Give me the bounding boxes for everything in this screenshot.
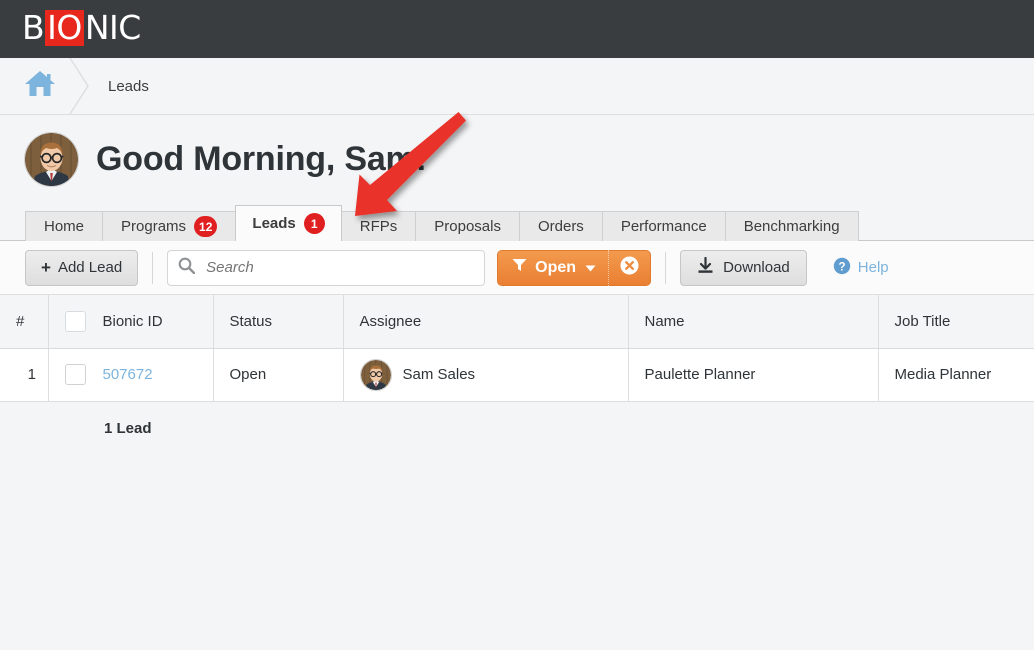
row-number: 1: [0, 348, 48, 401]
greeting-row: Good Morning, Sam!: [0, 115, 1034, 185]
row-status: Open: [213, 348, 343, 401]
search-box[interactable]: [167, 250, 485, 286]
assignee-avatar: [360, 359, 392, 391]
tab-leads-label: Leads: [252, 206, 295, 242]
close-circle-icon: [620, 256, 639, 280]
row-name: Paulette Planner: [628, 348, 878, 401]
search-icon: [178, 257, 195, 279]
breadcrumb-current[interactable]: Leads: [108, 78, 149, 95]
select-all-checkbox[interactable]: [65, 311, 86, 332]
tab-rfps-label: RFPs: [360, 212, 398, 242]
tab-performance[interactable]: Performance: [602, 211, 726, 241]
tab-orders-label: Orders: [538, 212, 584, 242]
tab-rfps[interactable]: RFPs: [341, 211, 417, 241]
user-avatar: [24, 132, 79, 187]
table-header-row: # Bionic ID Status Assignee Name Job Tit…: [0, 295, 1034, 348]
tab-proposals[interactable]: Proposals: [415, 211, 520, 241]
toolbar: + Add Lead Open: [0, 240, 1034, 295]
tab-programs-badge: 12: [194, 216, 217, 237]
column-header-name: Name: [628, 295, 878, 348]
column-header-bionic-id-label: Bionic ID: [103, 313, 163, 330]
download-icon: [697, 257, 723, 278]
tab-home[interactable]: Home: [25, 211, 103, 241]
help-link[interactable]: ? Help: [833, 257, 889, 279]
row-bionic-id-cell: 507672: [48, 348, 213, 401]
page-title: Good Morning, Sam!: [96, 140, 427, 179]
column-header-number: #: [0, 295, 48, 348]
breadcrumb-home-link[interactable]: [12, 69, 68, 103]
bionic-id-link[interactable]: 507672: [103, 366, 153, 383]
add-lead-button[interactable]: + Add Lead: [25, 250, 138, 286]
tab-benchmarking[interactable]: Benchmarking: [725, 211, 859, 241]
filter-clear-button[interactable]: [608, 250, 650, 286]
breadcrumb-separator-icon: [68, 58, 92, 114]
column-header-bionic-id: Bionic ID: [48, 295, 213, 348]
add-lead-label: Add Lead: [58, 259, 122, 276]
tab-leads-badge: 1: [304, 213, 325, 234]
download-label: Download: [723, 259, 790, 276]
plus-icon: +: [41, 259, 51, 276]
tab-benchmarking-label: Benchmarking: [744, 212, 840, 242]
table-row[interactable]: 1 507672 Open: [0, 348, 1034, 401]
tab-leads[interactable]: Leads 1: [235, 205, 341, 241]
toolbar-divider-2: [665, 252, 666, 284]
question-circle-icon: ?: [833, 257, 858, 279]
filter-open-label: Open: [535, 259, 576, 277]
column-header-job-title: Job Title: [878, 295, 1034, 348]
search-input[interactable]: [204, 258, 474, 277]
lead-count: 1 Lead: [0, 402, 1034, 437]
filter-open-button[interactable]: Open: [497, 250, 651, 286]
tab-programs[interactable]: Programs 12: [102, 211, 236, 241]
app-header: BIONIC: [0, 0, 1034, 58]
tab-bar: Home Programs 12 Leads 1 RFPs Proposals …: [0, 207, 1034, 241]
tab-orders[interactable]: Orders: [519, 211, 603, 241]
svg-text:?: ?: [838, 261, 845, 273]
help-label: Help: [858, 259, 889, 276]
chevron-down-icon: [585, 259, 596, 277]
row-select-checkbox[interactable]: [65, 364, 86, 385]
row-assignee-cell: Sam Sales: [343, 348, 628, 401]
home-icon: [24, 69, 56, 103]
funnel-icon: [512, 258, 527, 277]
tab-programs-label: Programs: [121, 212, 186, 242]
toolbar-divider-1: [152, 252, 153, 284]
leads-table: # Bionic ID Status Assignee Name Job Tit…: [0, 295, 1034, 402]
bionic-logo[interactable]: BIONIC: [22, 8, 141, 48]
tab-home-label: Home: [44, 212, 84, 242]
column-header-assignee: Assignee: [343, 295, 628, 348]
assignee-name: Sam Sales: [403, 366, 476, 383]
tab-performance-label: Performance: [621, 212, 707, 242]
download-button[interactable]: Download: [680, 250, 807, 286]
row-job-title: Media Planner: [878, 348, 1034, 401]
column-header-status: Status: [213, 295, 343, 348]
logo-text-part1: B: [22, 8, 44, 48]
breadcrumb: Leads: [0, 58, 1034, 115]
tab-proposals-label: Proposals: [434, 212, 501, 242]
logo-highlight: IO: [45, 10, 84, 46]
logo-text-part2: NIC: [85, 8, 141, 48]
